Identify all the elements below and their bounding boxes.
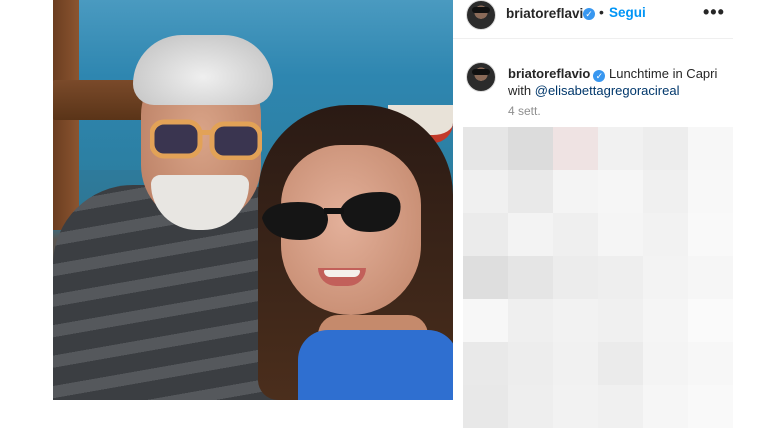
blurred-comment-tile <box>508 127 553 170</box>
blurred-comment-tile <box>598 127 643 170</box>
blurred-comment-tile <box>553 127 598 170</box>
blurred-comment-tile <box>553 385 598 428</box>
blurred-comment-tile <box>643 213 688 256</box>
blurred-comment-tile <box>688 170 733 213</box>
blurred-comment-tile <box>643 170 688 213</box>
blurred-comment-tile <box>553 299 598 342</box>
post-header: briatoreflavio ✓ • Segui ••• <box>453 0 733 39</box>
caption-author-username[interactable]: briatoreflavio <box>508 66 590 81</box>
blurred-comment-tile <box>463 256 508 299</box>
blurred-comment-tile <box>643 385 688 428</box>
blurred-comment-tile <box>553 170 598 213</box>
blurred-comment-tile <box>463 170 508 213</box>
blurred-comment-tile <box>508 299 553 342</box>
comments-blurred-area <box>463 127 733 428</box>
blurred-comment-tile <box>598 170 643 213</box>
blurred-comment-tile <box>463 213 508 256</box>
post-side-panel: briatoreflavio ✓ • Segui ••• briatorefla… <box>453 0 733 428</box>
photo-man-sunglasses <box>150 119 262 160</box>
blurred-comment-tile <box>598 299 643 342</box>
verified-badge-icon: ✓ <box>583 8 595 20</box>
photo-man-hair <box>133 35 273 105</box>
caption-author-avatar[interactable] <box>466 62 496 92</box>
photo-woman-top <box>298 330 453 400</box>
follow-button[interactable]: Segui <box>609 5 646 20</box>
blurred-comment-tile <box>463 385 508 428</box>
blurred-comment-tile <box>688 385 733 428</box>
blurred-comment-tile <box>643 342 688 385</box>
caption-verified-badge-icon: ✓ <box>593 70 606 82</box>
more-options-icon[interactable]: ••• <box>703 2 725 23</box>
blurred-comment-tile <box>508 342 553 385</box>
caption-text: Lunchtime in Capri <box>608 66 718 81</box>
blurred-comment-tile <box>553 342 598 385</box>
blurred-comment-tile <box>643 256 688 299</box>
caption-mention-link[interactable]: @elisabettagregoracireal <box>535 83 680 98</box>
blurred-comment-tile <box>688 299 733 342</box>
blurred-comment-tile <box>643 299 688 342</box>
blurred-comment-tile <box>688 342 733 385</box>
blurred-comment-tile <box>643 127 688 170</box>
post-time-ago[interactable]: 4 sett. <box>508 104 541 118</box>
photo-woman-sunglasses <box>262 192 401 240</box>
blurred-comment-tile <box>463 342 508 385</box>
blurred-comment-tile <box>463 299 508 342</box>
blurred-comment-tile <box>598 213 643 256</box>
blurred-comment-tile <box>598 342 643 385</box>
author-avatar[interactable] <box>466 0 496 30</box>
blurred-comment-tile <box>508 256 553 299</box>
blurred-comment-tile <box>598 385 643 428</box>
blurred-comment-tile <box>508 170 553 213</box>
blurred-comment-tile <box>688 256 733 299</box>
blurred-comment-tile <box>508 213 553 256</box>
blurred-comment-tile <box>463 127 508 170</box>
post-photo[interactable] <box>53 0 453 400</box>
blurred-comment-tile <box>598 256 643 299</box>
caption-with-text: with <box>508 83 532 98</box>
author-username[interactable]: briatoreflavio <box>506 6 592 21</box>
blurred-comment-tile <box>553 213 598 256</box>
blurred-comment-tile <box>508 385 553 428</box>
blurred-comment-tile <box>688 213 733 256</box>
caption-text-block: briatoreflavio ✓ Lunchtime in Capri with … <box>508 65 723 99</box>
blurred-comment-tile <box>553 256 598 299</box>
blurred-comment-tile <box>688 127 733 170</box>
header-separator: • <box>599 4 604 20</box>
